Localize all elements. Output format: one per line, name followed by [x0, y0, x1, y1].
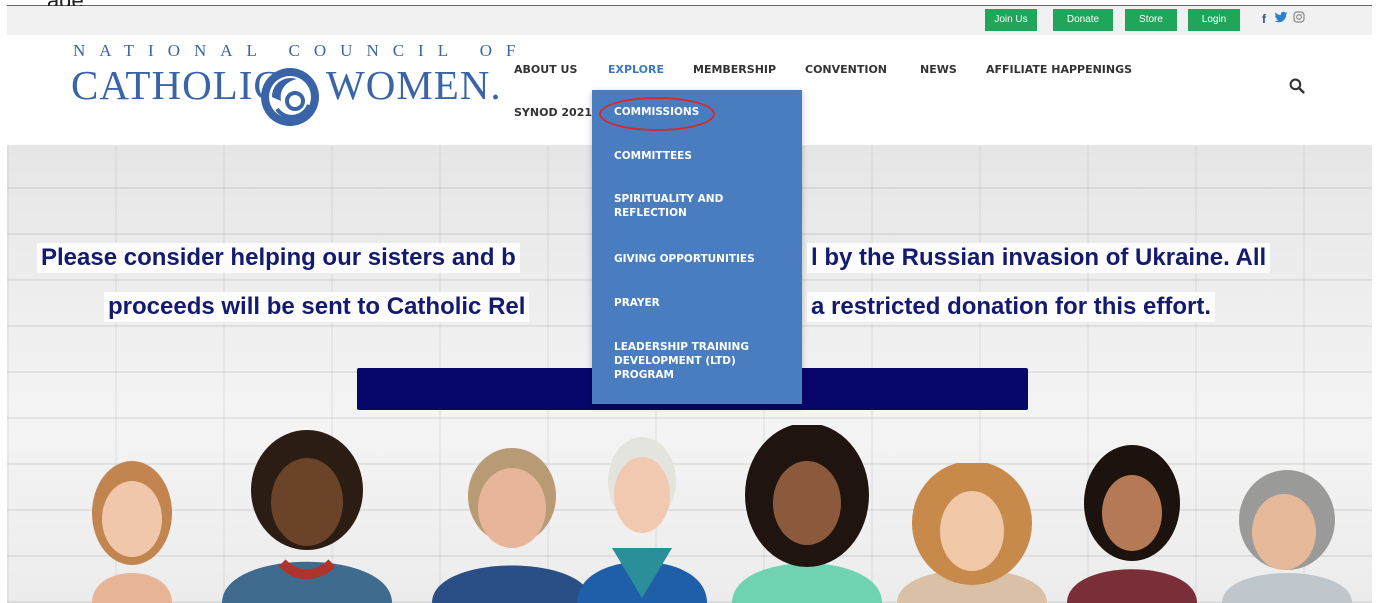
appeal-line-2-left: proceeds will be sent to Catholic Rel [104, 292, 530, 322]
explore-dropdown-menu: COMMISSIONS COMMITTEES SPIRITUALITY AND … [592, 90, 802, 404]
logo-left-word: CATHOLIC [71, 62, 282, 108]
person-photo [577, 437, 707, 603]
logo-right-word: WOMEN. [326, 62, 502, 108]
nav-explore[interactable]: EXPLORE [608, 63, 664, 76]
facebook-icon[interactable]: f [1262, 12, 1266, 26]
logo-mother-child-icon [261, 68, 319, 126]
nav-membership[interactable]: MEMBERSHIP [693, 63, 776, 76]
person-photo [732, 425, 882, 603]
appeal-line-2-right: a restricted donation for this effort. [807, 292, 1216, 322]
join-us-button[interactable]: Join Us [985, 9, 1037, 31]
nav-affiliate-happenings[interactable]: AFFILIATE HAPPENINGS [986, 63, 1132, 76]
nav-synod-2021[interactable]: SYNOD 2021 [514, 106, 592, 119]
menu-item-committees[interactable]: COMMITTEES [614, 149, 784, 163]
twitter-icon[interactable] [1274, 11, 1288, 27]
store-button[interactable]: Store [1125, 9, 1177, 31]
cropped-page-text: age [47, 0, 84, 6]
person-photo [92, 461, 172, 603]
person-photo [897, 463, 1047, 603]
login-button[interactable]: Login [1188, 9, 1240, 31]
nav-convention[interactable]: CONVENTION [805, 63, 887, 76]
person-photo [222, 430, 392, 603]
menu-item-commissions[interactable]: COMMISSIONS [614, 105, 784, 119]
nav-about-us[interactable]: ABOUT US [514, 63, 577, 76]
search-icon[interactable] [1289, 78, 1305, 94]
donate-top-button[interactable]: Donate [1053, 9, 1113, 31]
menu-item-leadership-training[interactable]: LEADERSHIP TRAINING DEVELOPMENT (LTD) PR… [614, 340, 784, 382]
menu-item-spirituality-and-reflection[interactable]: SPIRITUALITY AND REFLECTION [614, 192, 784, 220]
person-photo [1222, 470, 1352, 603]
menu-item-prayer[interactable]: PRAYER [614, 296, 784, 310]
person-photo [1067, 445, 1197, 603]
top-utility-bar: age Join Us Donate Store Login f [7, 0, 1372, 36]
nav-news[interactable]: NEWS [920, 63, 957, 76]
appeal-line-1-right: l by the Russian invasion of Ukraine. Al… [807, 243, 1271, 273]
menu-item-giving-opportunities[interactable]: GIVING OPPORTUNITIES [614, 252, 784, 266]
appeal-line-1-left: Please consider helping our sisters and … [37, 243, 520, 273]
instagram-icon[interactable] [1293, 11, 1305, 26]
